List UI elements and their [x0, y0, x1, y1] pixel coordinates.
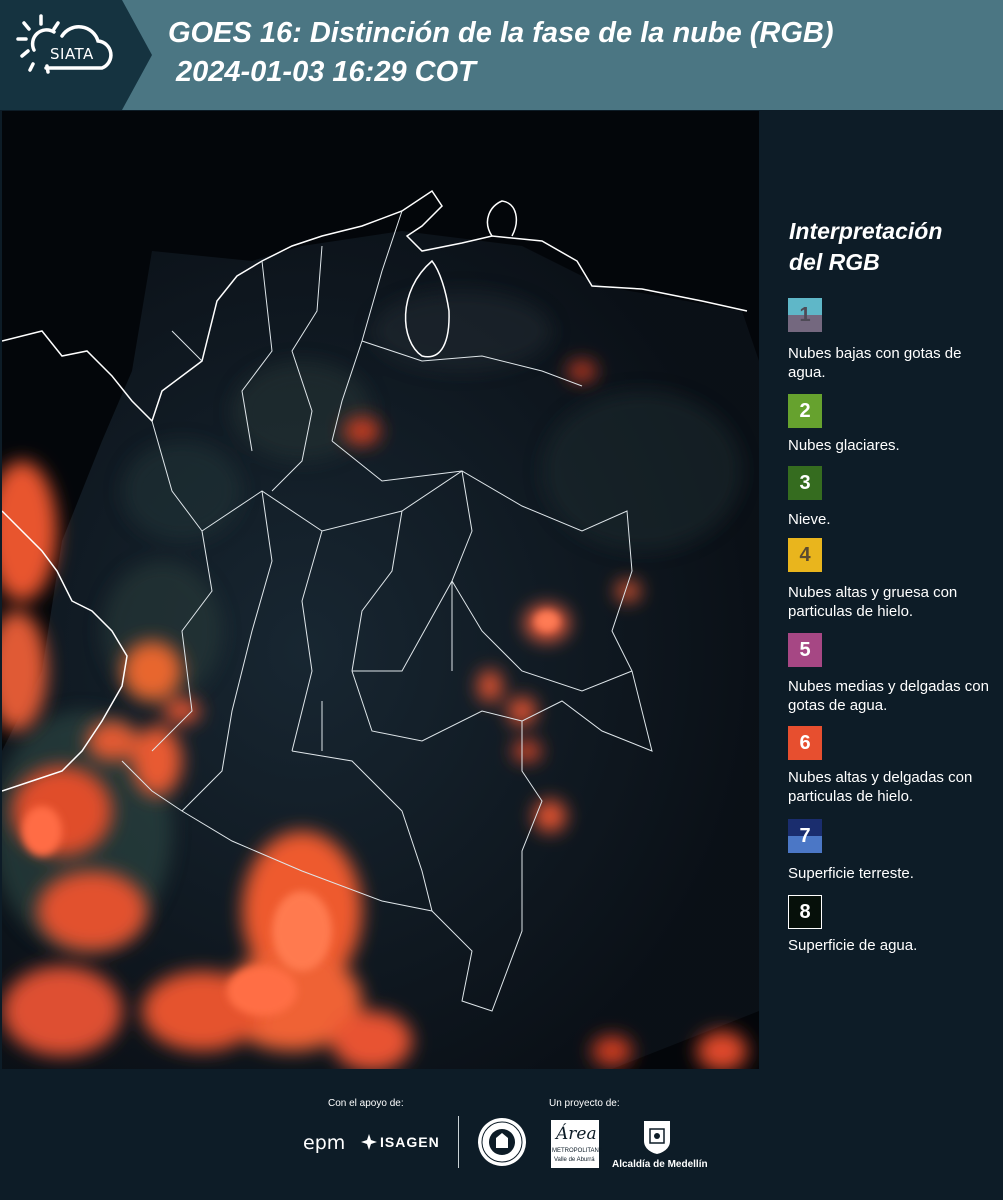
legend-swatch-6: 6 [788, 726, 822, 760]
legend-label-1: Nubes bajas con gotas de agua. [788, 345, 962, 381]
isagen-icon [361, 1134, 377, 1150]
legend-label-3: Nieve. [788, 511, 831, 528]
page-title: GOES 16: Distinción de la fase de la nub… [168, 17, 834, 49]
legend-label-5: Nubes medias y delgadas con gotas de agu… [788, 678, 989, 714]
legend-number: 3 [799, 471, 811, 494]
support-caption: Con el apoyo de: [328, 1098, 404, 1109]
legend-label-7: Superficie terreste. [788, 865, 914, 882]
isagen-logo[interactable]: ISAGEN [380, 1134, 440, 1150]
legend-swatch-4: 4 [788, 538, 822, 572]
legend-swatch-8: 8 [788, 895, 822, 929]
alcaldia-coat-of-arms-icon [644, 1121, 670, 1154]
legend-label-4: Nubes altas y gruesa con particulas de h… [788, 584, 958, 620]
area-logo-main: Área [556, 1124, 597, 1144]
siata-logo[interactable]: SIATA [0, 0, 152, 110]
satellite-map [2, 111, 759, 1069]
logo-text: SIATA [50, 45, 94, 63]
legend-label-6: Nubes altas y delgadas con particulas de… [788, 769, 973, 805]
legend-swatch-5: 5 [788, 633, 822, 667]
legend-swatch-3: 3 [788, 466, 822, 500]
legend-number: 4 [799, 543, 811, 566]
satellite-rgb-image[interactable] [2, 111, 759, 1069]
legend-number: 5 [799, 638, 811, 661]
project-caption: Un proyecto de: [549, 1098, 620, 1109]
legend-number: 7 [799, 824, 811, 847]
legend-swatch-7: 7 [788, 819, 822, 853]
alcaldia-logo-text[interactable]: Alcaldía de Medellín [612, 1159, 708, 1170]
epm-logo[interactable]: epm [303, 1132, 345, 1154]
legend-label-2: Nubes glaciares. [788, 437, 900, 454]
area-logo-sub2: Valle de Aburrá [554, 1157, 595, 1163]
legend-number: 1 [799, 303, 811, 326]
legend-number: 8 [799, 900, 811, 923]
legend-number: 2 [799, 399, 811, 422]
header-bar: SIATA GOES 16: Distinción de la fase de … [0, 0, 1003, 110]
page-timestamp: 2024-01-03 16:29 COT [176, 56, 476, 88]
legend-number: 6 [799, 731, 811, 754]
area-logo-sub: METROPOLITANA [552, 1148, 603, 1154]
legend-panel: Interpretación del RGB 1 Nubes bajas con… [776, 112, 996, 1062]
footer-divider [458, 1116, 459, 1168]
university-seal-icon[interactable] [476, 1116, 528, 1168]
legend-label-8: Superficie de agua. [788, 937, 918, 954]
footer: Con el apoyo de: Un proyecto de: epm ISA… [0, 1070, 1003, 1200]
legend-swatch-1: 1 [788, 298, 822, 332]
legend-title: Interpretación del RGB [789, 218, 943, 275]
area-metropolitana-logo[interactable]: Área METROPOLITANA Valle de Aburrá [551, 1120, 603, 1168]
legend-swatch-2: 2 [788, 394, 822, 428]
